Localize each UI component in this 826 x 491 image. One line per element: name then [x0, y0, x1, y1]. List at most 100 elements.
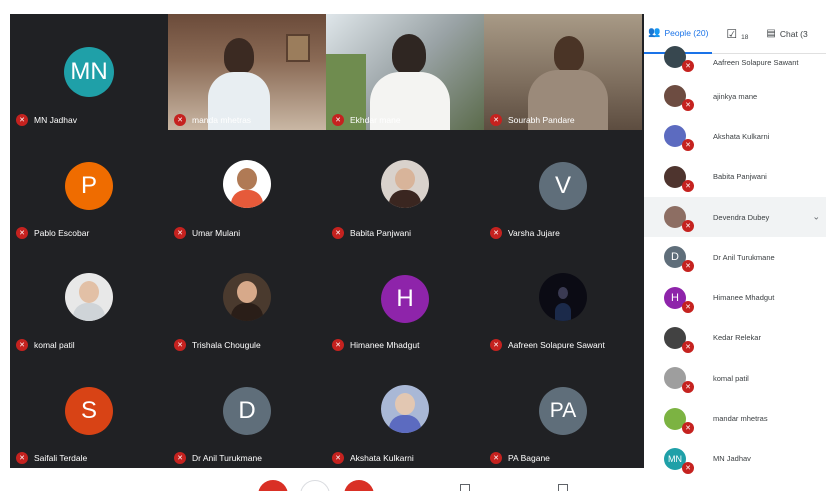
- participant-name: Babita Panjwani: [350, 228, 411, 238]
- people-list: ✕ Aafreen Solapure Sawant ✕ ajinkya mane…: [644, 46, 826, 479]
- avatar: [65, 273, 113, 321]
- participant-name: Akshata Kulkarni: [713, 131, 770, 141]
- mic-off-icon: ✕: [682, 421, 694, 434]
- people-panel: 👥 People (20) ☑ 18 ▤ Chat (3 ✕ Aafreen S…: [644, 14, 826, 491]
- end-call-button[interactable]: [300, 480, 330, 491]
- mic-toggle-button[interactable]: [258, 480, 288, 491]
- bottom-control-bar: [10, 468, 644, 491]
- avatar: [223, 273, 271, 321]
- participant-grid: MN ✕ MN Jadhav ✕ manda mhetras ✕ Ekhdar …: [10, 14, 644, 468]
- mic-off-icon: ✕: [682, 340, 694, 353]
- list-item[interactable]: ✕ mandar mhetras: [644, 398, 826, 438]
- mic-off-icon: ✕: [16, 227, 28, 239]
- mic-off-icon: ✕: [490, 114, 502, 126]
- participant-name: Himanee Mhadgut: [713, 293, 775, 303]
- participant-tile[interactable]: S ✕ Saifali Terdale: [10, 355, 168, 468]
- mic-off-icon: ✕: [682, 220, 694, 233]
- participant-name: PA Bagane: [508, 453, 550, 463]
- participant-name: Akshata Kulkarni: [350, 453, 414, 463]
- avatar-initials: D: [671, 251, 679, 264]
- participant-video-tile[interactable]: ✕ Sourabh Pandare: [484, 14, 642, 130]
- mic-off-icon: ✕: [490, 339, 502, 351]
- tab-label: People (20): [664, 27, 709, 38]
- list-item[interactable]: MN ✕ MN Jadhav: [644, 439, 826, 479]
- mic-off-icon: ✕: [332, 114, 344, 126]
- participant-tile[interactable]: ✕ Umar Mulani: [168, 130, 326, 243]
- avatar: ✕: [664, 125, 694, 152]
- participant-tile[interactable]: MN ✕ MN Jadhav: [10, 14, 168, 130]
- mic-off-icon: ✕: [16, 339, 28, 351]
- mic-off-icon: ✕: [682, 260, 694, 273]
- mic-off-icon: ✕: [174, 227, 186, 239]
- mic-off-icon: ✕: [682, 300, 694, 313]
- participant-name: Trishala Chougule: [192, 340, 261, 350]
- captions-icon[interactable]: [460, 484, 470, 491]
- mic-off-icon: ✕: [174, 452, 186, 464]
- avatar: ✕: [664, 85, 694, 112]
- list-item[interactable]: ✕ Devendra Dubey ⌄: [644, 196, 826, 238]
- chevron-down-icon[interactable]: ⌄: [812, 212, 820, 223]
- participant-tile[interactable]: PA ✕ PA Bagane: [484, 355, 642, 468]
- mic-off-icon: ✕: [682, 179, 694, 192]
- avatar: MN: [64, 47, 114, 97]
- video-feed: [326, 14, 484, 130]
- participant-tile[interactable]: ✕ Babita Panjwani: [326, 130, 484, 243]
- participant-tile[interactable]: ✕ komal patil: [10, 243, 168, 355]
- tab-chat[interactable]: ▤ Chat (3: [762, 14, 811, 54]
- participant-video-tile[interactable]: ✕ manda mhetras: [168, 14, 326, 130]
- participant-name: ajinkya mane: [713, 91, 758, 101]
- people-icon: 👥: [648, 27, 661, 38]
- list-item[interactable]: ✕ Babita Panjwani: [644, 157, 826, 197]
- list-item[interactable]: ✕ Kedar Relekar: [644, 318, 826, 358]
- mic-off-icon: ✕: [682, 60, 694, 72]
- list-item[interactable]: H ✕ Himanee Mhadgut: [644, 277, 826, 317]
- mic-off-icon: ✕: [174, 339, 186, 351]
- participant-name: Himanee Mhadgut: [350, 340, 420, 350]
- list-item[interactable]: ✕ ajinkya mane: [644, 76, 826, 116]
- participant-name: Varsha Jujare: [508, 228, 560, 238]
- participant-name: Dr Anil Turukmane: [192, 453, 262, 463]
- avatar-initials: H: [671, 291, 679, 304]
- mic-off-icon: ✕: [682, 461, 694, 474]
- avatar: H: [381, 275, 429, 323]
- participant-video-tile[interactable]: ✕ Ekhdar mane: [326, 14, 484, 130]
- avatar: D ✕: [664, 246, 694, 273]
- avatar: [381, 385, 429, 433]
- participant-name: Devendra Dubey: [713, 212, 770, 222]
- mic-off-icon: ✕: [174, 114, 186, 126]
- mic-off-icon: ✕: [332, 227, 344, 239]
- participant-tile[interactable]: P ✕ Pablo Escobar: [10, 130, 168, 243]
- participant-name: manda mhetras: [192, 115, 252, 125]
- list-item[interactable]: D ✕ Dr Anil Turukmane: [644, 237, 826, 277]
- avatar: MN ✕: [664, 447, 694, 474]
- participant-tile[interactable]: ✕ Akshata Kulkarni: [326, 355, 484, 468]
- participant-tile[interactable]: H ✕ Himanee Mhadgut: [326, 243, 484, 355]
- camera-toggle-button[interactable]: [344, 480, 374, 491]
- avatar: V: [539, 162, 587, 210]
- mic-off-icon: ✕: [490, 227, 502, 239]
- present-icon[interactable]: [558, 484, 568, 491]
- tab-activities[interactable]: ☑ 18: [722, 14, 752, 54]
- list-item[interactable]: ✕ Akshata Kulkarni: [644, 116, 826, 156]
- avatar: ✕: [664, 46, 694, 72]
- participant-tile[interactable]: V ✕ Varsha Jujare: [484, 130, 642, 243]
- avatar: PA: [539, 387, 587, 435]
- meet-window: MN ✕ MN Jadhav ✕ manda mhetras ✕ Ekhdar …: [0, 0, 826, 491]
- participant-tile[interactable]: ✕ Aafreen Solapure Sawant: [484, 243, 642, 355]
- list-item[interactable]: ✕ Aafreen Solapure Sawant: [644, 46, 826, 76]
- mic-off-icon: ✕: [490, 452, 502, 464]
- participant-name: MN Jadhav: [713, 454, 751, 464]
- participant-tile[interactable]: ✕ Trishala Chougule: [168, 243, 326, 355]
- participant-tile[interactable]: D ✕ Dr Anil Turukmane: [168, 355, 326, 468]
- participant-name: Dr Anil Turukmane: [713, 252, 775, 262]
- avatar: P: [65, 162, 113, 210]
- participant-name: Pablo Escobar: [34, 228, 90, 238]
- list-item[interactable]: ✕ komal patil: [644, 358, 826, 398]
- participant-name: Saifali Terdale: [34, 453, 88, 463]
- avatar: [539, 273, 587, 321]
- avatar: ✕: [664, 407, 694, 434]
- avatar: H ✕: [664, 286, 694, 313]
- mic-off-icon: ✕: [682, 99, 694, 112]
- tab-label: Chat (3: [779, 28, 808, 39]
- participant-name: Aafreen Solapure Sawant: [713, 58, 799, 67]
